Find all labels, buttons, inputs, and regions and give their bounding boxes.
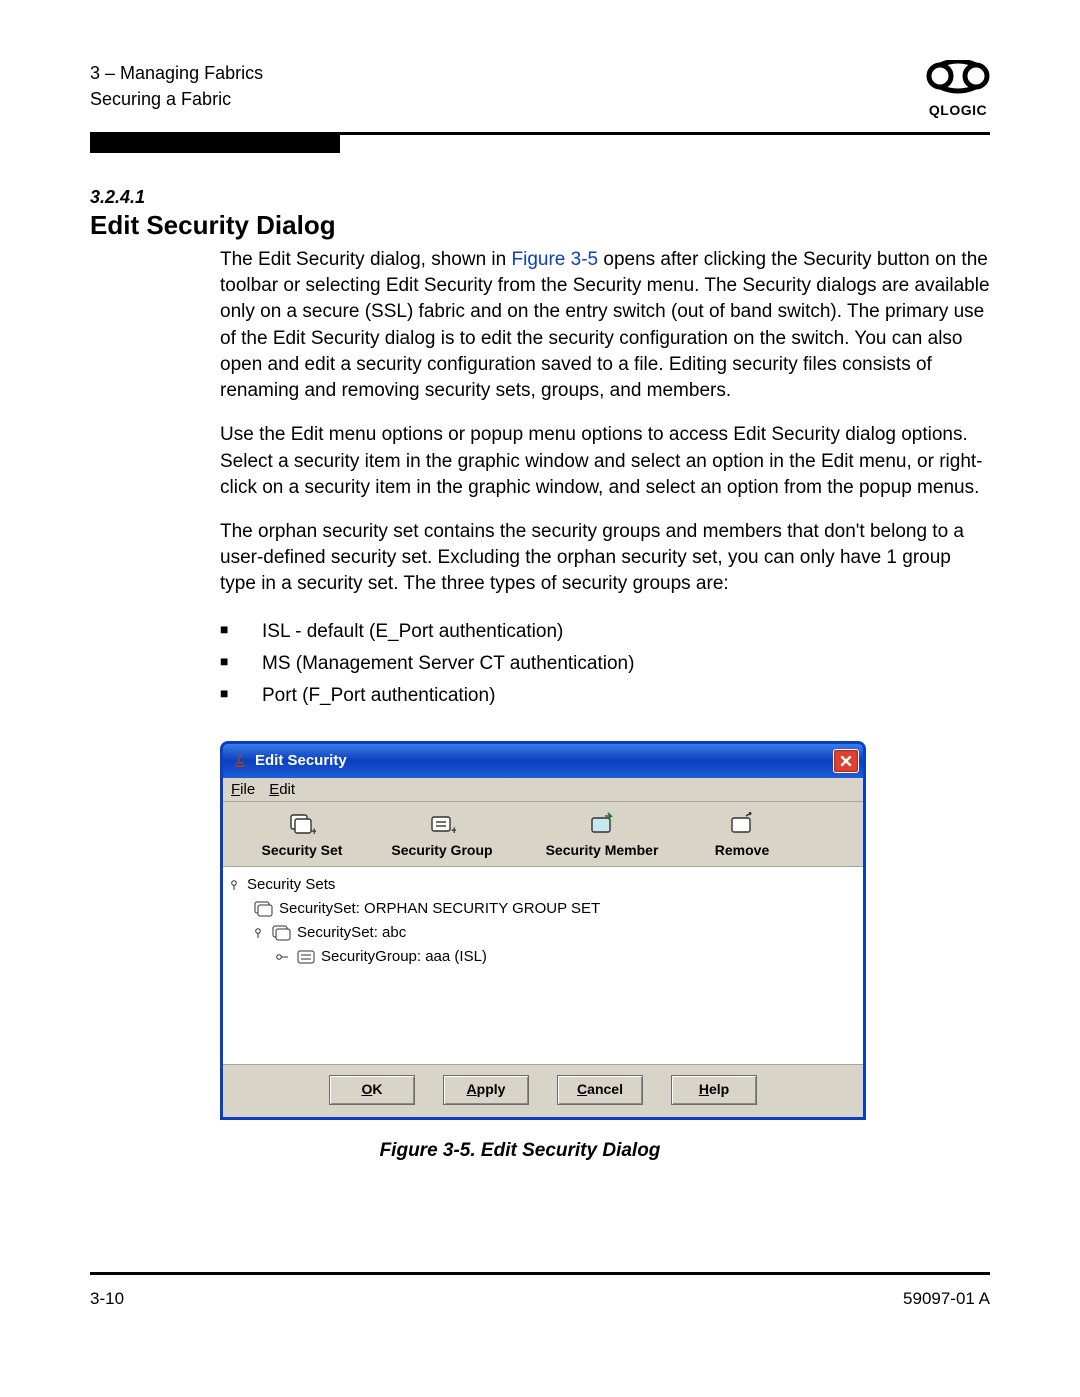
tool-label: Remove [687, 842, 797, 858]
dialog-title: Edit Security [255, 752, 347, 769]
svg-text:+: + [451, 825, 456, 836]
dialog-button-row: OK Apply Cancel Help [223, 1065, 863, 1117]
expand-handle-icon[interactable] [253, 926, 267, 940]
tool-remove[interactable]: Remove [687, 812, 797, 858]
section-line: Securing a Fabric [90, 86, 263, 112]
paragraph-3: The orphan security set contains the sec… [90, 519, 990, 598]
tree-label: SecuritySet: ORPHAN SECURITY GROUP SET [279, 900, 600, 917]
tree-root[interactable]: Security Sets [229, 873, 857, 897]
section-number: 3.2.4.1 [90, 187, 990, 208]
key-handle-icon[interactable] [277, 950, 291, 964]
set-node-icon [253, 900, 275, 918]
figure-wrap: Edit Security File Edit + [90, 741, 990, 1120]
tool-label: Security Group [367, 842, 517, 858]
brand-logo: QLOGIC [926, 60, 990, 118]
security-member-icon [588, 812, 616, 836]
edit-security-dialog: Edit Security File Edit + [220, 741, 866, 1120]
tool-security-group[interactable]: + Security Group [367, 812, 517, 858]
ok-button[interactable]: OK [329, 1075, 415, 1105]
tool-security-member[interactable]: Security Member [517, 812, 687, 858]
footer-rule [90, 1272, 990, 1275]
tree-label: SecuritySet: abc [297, 924, 406, 941]
svg-text:+: + [311, 826, 316, 836]
paragraph-1: The Edit Security dialog, shown in Figur… [90, 247, 990, 404]
tree-pane[interactable]: Security Sets SecuritySet: ORPHAN SECURI… [223, 867, 863, 1065]
tree-label: Security Sets [247, 876, 335, 893]
doc-number: 59097-01 A [903, 1289, 990, 1309]
dialog-menubar: File Edit [223, 778, 863, 802]
set-node-icon [271, 924, 293, 942]
figure-link[interactable]: Figure 3-5 [512, 249, 599, 270]
list-item: MS (Management Server CT authentication) [220, 648, 990, 680]
figure-caption: Figure 3-5. Edit Security Dialog [90, 1140, 990, 1162]
tree-item[interactable]: SecuritySet: ORPHAN SECURITY GROUP SET [229, 897, 857, 921]
p1-a: The Edit Security dialog, shown in [220, 249, 512, 270]
page-footer: 3-10 59097-01 A [90, 1289, 990, 1309]
chapter-line: 3 – Managing Fabrics [90, 60, 263, 86]
cancel-button[interactable]: Cancel [557, 1075, 643, 1105]
page-number: 3-10 [90, 1289, 124, 1309]
expand-handle-icon[interactable] [229, 878, 243, 892]
dialog-toolbar: + Security Set + Security Group [223, 802, 863, 867]
close-button[interactable] [833, 749, 859, 773]
java-cup-icon [231, 752, 249, 770]
security-set-icon: + [288, 812, 316, 836]
brand-text: QLOGIC [926, 102, 990, 118]
group-node-icon [295, 948, 317, 966]
help-button[interactable]: Help [671, 1075, 757, 1105]
p1-b: opens after clicking the Security button… [220, 249, 990, 401]
paragraph-2: Use the Edit menu options or popup menu … [90, 422, 990, 501]
bullet-list: ISL - default (E_Port authentication) MS… [90, 616, 990, 713]
list-item: Port (F_Port authentication) [220, 680, 990, 712]
tree-item[interactable]: SecuritySet: abc [229, 921, 857, 945]
remove-icon [728, 812, 756, 836]
dialog-titlebar[interactable]: Edit Security [223, 744, 863, 778]
menu-file[interactable]: File [231, 781, 255, 798]
close-icon [840, 755, 852, 767]
tool-security-set[interactable]: + Security Set [237, 812, 367, 858]
header-text: 3 – Managing Fabrics Securing a Fabric [90, 60, 263, 112]
menu-edit[interactable]: Edit [269, 781, 295, 798]
security-group-icon: + [428, 812, 456, 836]
apply-button[interactable]: Apply [443, 1075, 529, 1105]
list-item: ISL - default (E_Port authentication) [220, 616, 990, 648]
qlogic-icon [926, 60, 990, 100]
page-header: 3 – Managing Fabrics Securing a Fabric Q… [90, 60, 990, 118]
tree-label: SecurityGroup: aaa (ISL) [321, 948, 487, 965]
tool-label: Security Set [237, 842, 367, 858]
section-title: Edit Security Dialog [90, 210, 990, 241]
header-black-bar [90, 135, 340, 153]
tool-label: Security Member [517, 842, 687, 858]
tree-item[interactable]: SecurityGroup: aaa (ISL) [229, 945, 857, 969]
